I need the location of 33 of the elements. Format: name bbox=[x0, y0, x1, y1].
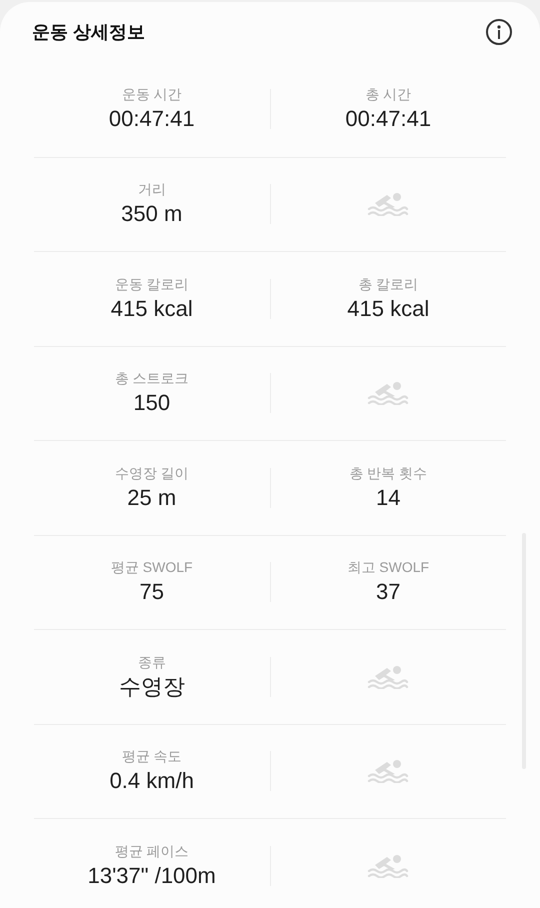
stat-label: 운동 시간 bbox=[122, 85, 182, 104]
stat-value: 13'37" /100m bbox=[88, 862, 216, 890]
swimmer-icon bbox=[367, 854, 410, 878]
stat-label: 수영장 길이 bbox=[114, 464, 189, 482]
stat-value: 150 bbox=[133, 389, 170, 418]
stat-value: 415 kcal bbox=[110, 294, 193, 323]
stat-value: 415 kcal bbox=[347, 294, 430, 323]
swimmer-icon bbox=[367, 192, 410, 216]
swimmer-icon bbox=[367, 664, 410, 689]
stat-label: 총 반복 횟수 bbox=[349, 464, 428, 482]
swimmer-icon bbox=[367, 381, 410, 406]
stat-label: 총 스트로크 bbox=[114, 369, 189, 388]
stat-value: 25 m bbox=[127, 484, 176, 512]
stat-label: 평균 속도 bbox=[122, 747, 182, 766]
stat-label: 평균 페이스 bbox=[114, 842, 189, 860]
stat-value: 14 bbox=[376, 484, 400, 512]
info-icon[interactable] bbox=[486, 19, 512, 45]
stat-value: 00:47:41 bbox=[108, 105, 195, 134]
stat-label: 총 칼로리 bbox=[358, 274, 418, 293]
stat-value: 0.4 km/h bbox=[110, 767, 194, 796]
stat-value: 수영장 bbox=[118, 672, 185, 701]
stat-label: 거리 bbox=[138, 180, 166, 198]
stat-label: 총 시간 bbox=[365, 85, 412, 104]
stat-label: 운동 칼로리 bbox=[114, 274, 189, 293]
stat-label: 종류 bbox=[138, 652, 166, 671]
stat-value: 350 m bbox=[121, 200, 182, 228]
stat-value: 00:47:41 bbox=[345, 105, 432, 134]
stat-value: 75 bbox=[140, 578, 164, 606]
stat-label: 평균 SWOLF bbox=[110, 558, 193, 576]
section-title: 운동 상세정보 bbox=[32, 20, 146, 44]
swimmer-icon bbox=[367, 759, 410, 784]
stat-value: 37 bbox=[376, 578, 400, 606]
stat-label: 최고 SWOLF bbox=[347, 558, 430, 576]
